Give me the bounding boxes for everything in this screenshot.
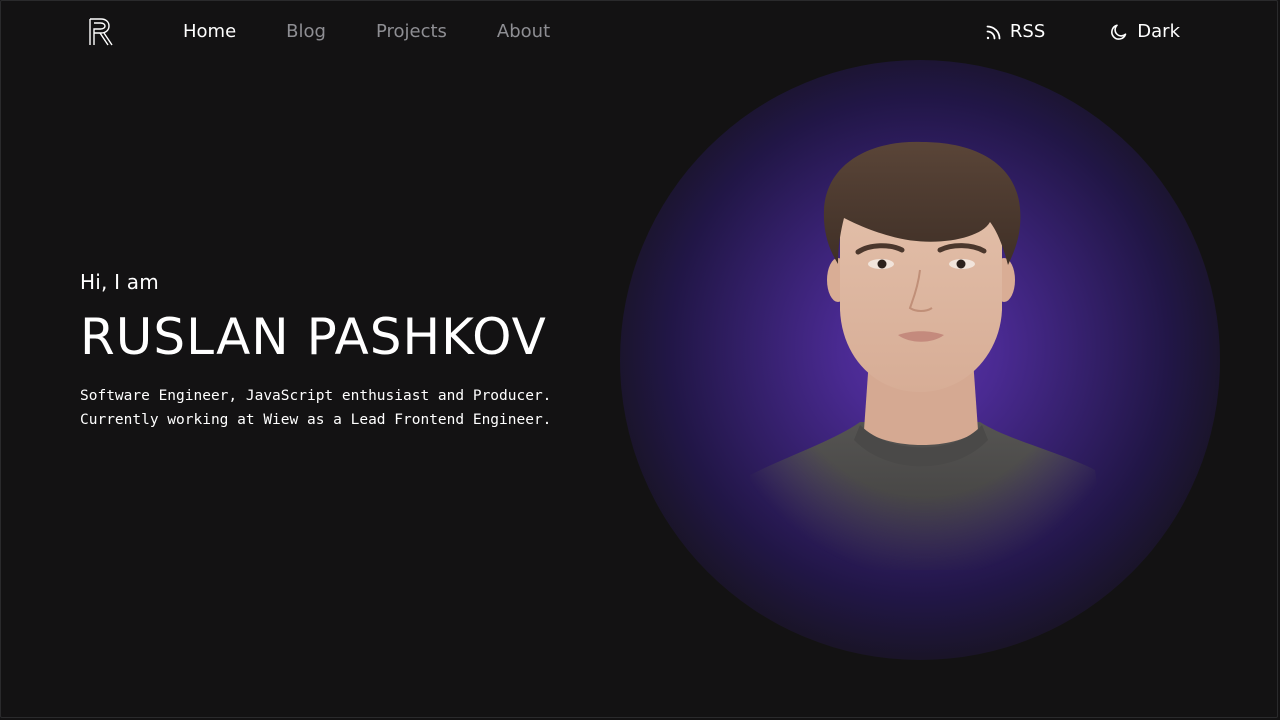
nav-link-about[interactable]: About — [497, 19, 550, 45]
hero-name: RUSLAN PASHKOV — [80, 308, 547, 366]
theme-label: Dark — [1137, 21, 1180, 42]
main-navigation: Home Blog Projects About — [183, 19, 600, 45]
profile-photo — [740, 130, 1110, 570]
r-monogram-logo-icon[interactable] — [88, 17, 114, 47]
hero-greeting: Hi, I am — [80, 270, 159, 294]
rss-label: RSS — [1009, 21, 1046, 42]
nav-link-blog[interactable]: Blog — [286, 19, 326, 45]
hero-bio-line-1: Software Engineer, JavaScript enthusiast… — [80, 388, 552, 404]
nav-link-home[interactable]: Home — [183, 19, 236, 45]
rss-button[interactable]: RSS — [985, 19, 1045, 45]
rss-icon — [985, 24, 1002, 41]
moon-icon — [1109, 22, 1129, 42]
hero-bio: Software Engineer, JavaScript enthusiast… — [80, 384, 640, 432]
theme-toggle-button[interactable]: Dark — [1109, 19, 1180, 45]
header-actions: RSS Dark — [985, 19, 1180, 45]
nav-link-projects[interactable]: Projects — [376, 19, 447, 45]
hero-bio-line-2: Currently working at Wiew as a Lead Fron… — [80, 412, 552, 428]
